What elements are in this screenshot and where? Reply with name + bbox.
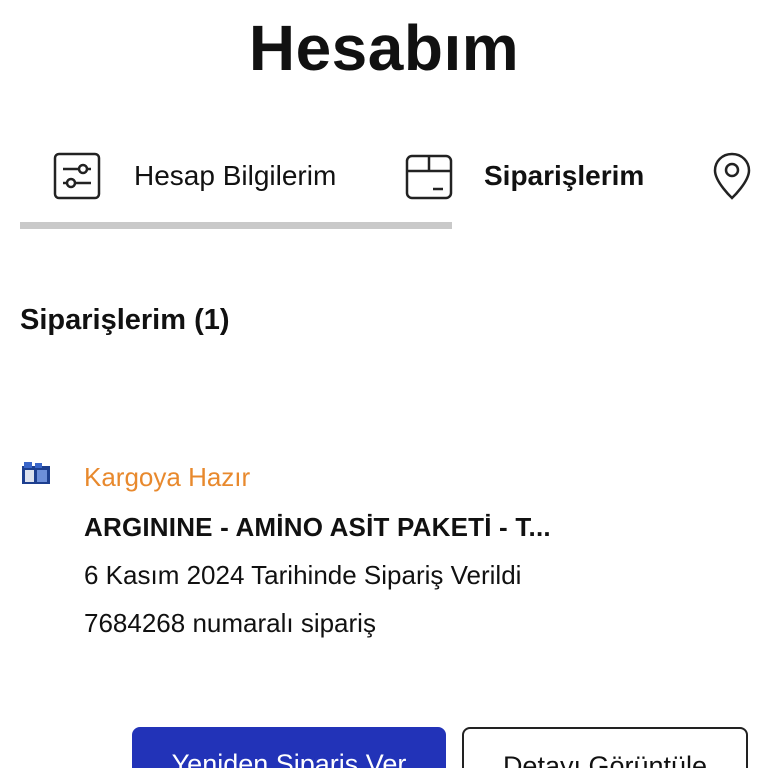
tab-label: Siparişlerim bbox=[484, 160, 645, 191]
order-status: Kargoya Hazır bbox=[84, 462, 251, 492]
location-pin-icon bbox=[712, 150, 752, 202]
account-page: Hesabım Hesap Bilgilerim Siparişlerim Si… bbox=[0, 0, 768, 768]
view-details-button[interactable]: Detayı Görüntüle bbox=[462, 727, 748, 768]
order-number: 7684268 numaralı sipariş bbox=[84, 608, 376, 638]
package-box-icon bbox=[404, 150, 454, 202]
active-tab-indicator bbox=[20, 222, 452, 229]
account-tabs: Hesap Bilgilerim Siparişlerim bbox=[0, 148, 768, 208]
order-date: 6 Kasım 2024 Tarihinde Sipariş Verildi bbox=[84, 560, 522, 590]
tab-orders[interactable]: Siparişlerim bbox=[404, 148, 644, 204]
tab-account-info[interactable]: Hesap Bilgilerim bbox=[52, 148, 336, 204]
reorder-button[interactable]: Yeniden Sipariş Ver bbox=[132, 727, 446, 768]
tab-addresses[interactable] bbox=[712, 148, 768, 204]
product-thumbnail-icon[interactable] bbox=[22, 462, 50, 486]
settings-sliders-icon bbox=[52, 150, 102, 202]
order-product-name[interactable]: ARGININE - AMİNO ASİT PAKETİ - T... bbox=[84, 512, 551, 543]
page-title: Hesabım bbox=[248, 12, 520, 84]
tab-label: Hesap Bilgilerim bbox=[134, 160, 337, 191]
orders-section-title: Siparişlerim (1) bbox=[20, 304, 230, 336]
